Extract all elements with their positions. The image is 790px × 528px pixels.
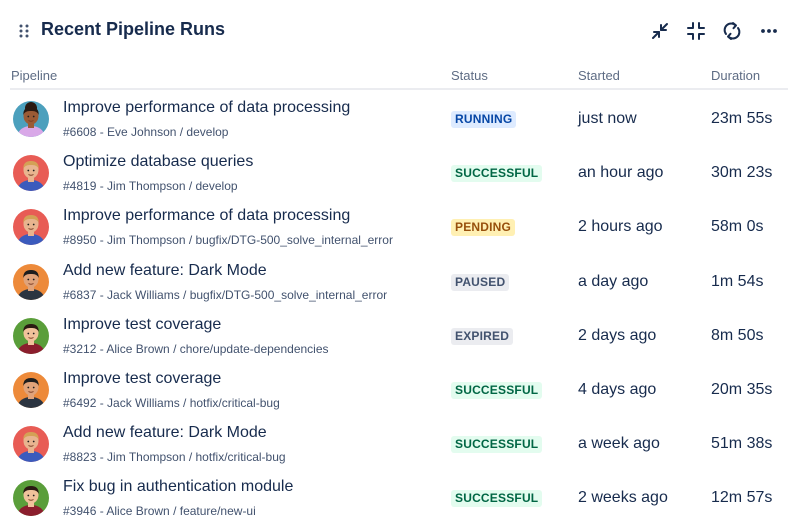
column-header-started[interactable]: Started: [578, 68, 620, 83]
started-time: a week ago: [578, 435, 660, 453]
started-time: 4 days ago: [578, 381, 657, 398]
table-row[interactable]: Add new feature: Dark Mode #8823 - Jim T…: [0, 417, 790, 471]
run-duration: 58m 0s: [711, 218, 764, 236]
started-time: 2 weeks ago: [578, 489, 668, 507]
run-duration: 1m 54s: [711, 272, 764, 290]
widget-header: Recent Pipeline Runs: [0, 0, 790, 62]
collapse-arrows-button[interactable]: [647, 18, 673, 44]
pipeline-run-meta: #8823 - Jim Thompson / hotfix/critical-b…: [63, 450, 286, 465]
pipeline-run-title[interactable]: Add new feature: Dark Mode: [63, 262, 267, 280]
pipeline-run-meta: #8950 - Jim Thompson / bugfix/DTG-500_so…: [63, 233, 393, 248]
avatar: [13, 317, 49, 354]
avatar: [13, 480, 49, 517]
status-badge: RUNNING: [451, 111, 517, 128]
status-badge: SUCCESSFUL: [451, 436, 543, 454]
table-row[interactable]: Fix bug in authentication module #3946 -…: [0, 471, 790, 525]
header-divider: [10, 88, 788, 90]
status-badge: SUCCESSFUL: [451, 165, 543, 183]
table-row[interactable]: Optimize database queries #4819 - Jim Th…: [0, 146, 790, 200]
widget-title: Recent Pipeline Runs: [41, 19, 226, 39]
pipeline-runs-widget: Recent Pipeline Runs Pipeline Status Sta…: [0, 0, 790, 528]
avatar: [13, 426, 49, 463]
table-row[interactable]: Add new feature: Dark Mode #6837 - Jack …: [0, 255, 790, 309]
more-icon: [759, 21, 779, 41]
refresh-button[interactable]: [719, 18, 745, 44]
pipeline-run-title[interactable]: Fix bug in authentication module: [63, 478, 293, 496]
status-badge: PAUSED: [451, 273, 510, 291]
pipeline-run-title[interactable]: Improve test coverage: [63, 316, 221, 334]
run-duration: 8m 50s: [711, 326, 764, 344]
run-duration: 20m 35s: [711, 381, 773, 398]
avatar: [13, 155, 49, 192]
column-header-status[interactable]: Status: [451, 68, 488, 83]
pipeline-run-meta: #6837 - Jack Williams / bugfix/DTG-500_s…: [63, 287, 388, 302]
more-button[interactable]: [756, 18, 782, 44]
status-badge: EXPIRED: [451, 327, 514, 345]
run-duration: 30m 23s: [711, 164, 773, 182]
pipeline-run-title[interactable]: Optimize database queries: [63, 153, 253, 171]
run-duration: 23m 55s: [711, 110, 773, 127]
table-row[interactable]: Improve performance of data processing #…: [0, 92, 790, 146]
started-time: 2 days ago: [578, 326, 657, 344]
column-header-duration[interactable]: Duration: [711, 68, 760, 83]
minimize-button[interactable]: [683, 18, 709, 44]
table-row[interactable]: Improve performance of data processing #…: [0, 200, 790, 254]
refresh-icon: [722, 21, 742, 41]
pipeline-run-meta: #3946 - Alice Brown / feature/new-ui: [63, 504, 256, 519]
minimize-icon: [686, 21, 706, 41]
pipeline-run-title[interactable]: Add new feature: Dark Mode: [63, 424, 267, 442]
drag-handle-icon[interactable]: [19, 23, 29, 39]
pipeline-run-meta: #3212 - Alice Brown / chore/update-depen…: [63, 341, 329, 356]
pipeline-run-meta: #4819 - Jim Thompson / develop: [63, 179, 238, 194]
collapse-arrows-icon: [650, 21, 670, 41]
pipeline-run-title[interactable]: Improve performance of data processing: [63, 99, 350, 117]
status-badge: SUCCESSFUL: [451, 490, 543, 508]
started-time: an hour ago: [578, 164, 664, 182]
pipeline-run-title[interactable]: Improve performance of data processing: [63, 207, 350, 225]
avatar: [13, 372, 49, 408]
avatar: [13, 101, 49, 137]
table-row[interactable]: Improve test coverage #3212 - Alice Brow…: [0, 309, 790, 363]
table-row[interactable]: Improve test coverage #6492 - Jack Willi…: [0, 363, 790, 417]
started-time: 2 hours ago: [578, 218, 663, 236]
run-duration: 51m 38s: [711, 435, 773, 453]
avatar: [13, 209, 49, 246]
status-badge: PENDING: [451, 219, 516, 237]
run-duration: 12m 57s: [711, 489, 773, 507]
table-header: Pipeline Status Started Duration: [0, 62, 790, 90]
pipeline-run-meta: #6492 - Jack Williams / hotfix/critical-…: [63, 396, 280, 410]
status-badge: SUCCESSFUL: [451, 382, 543, 399]
avatar: [13, 263, 49, 300]
pipeline-run-title[interactable]: Improve test coverage: [63, 370, 221, 388]
started-time: a day ago: [578, 272, 649, 290]
started-time: just now: [578, 110, 637, 127]
column-header-pipeline[interactable]: Pipeline: [11, 68, 57, 83]
pipeline-run-meta: #6608 - Eve Johnson / develop: [63, 125, 229, 139]
